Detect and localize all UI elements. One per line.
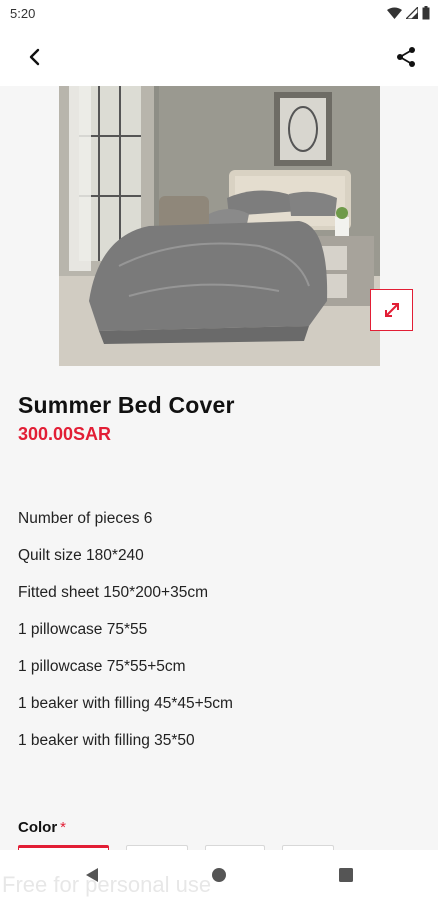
product-image[interactable] xyxy=(59,86,380,366)
triangle-back-icon xyxy=(86,868,98,882)
product-title: Summer Bed Cover xyxy=(18,392,235,418)
color-label: Color * xyxy=(18,819,66,836)
detail-line: 1 pillowcase 75*55 xyxy=(18,621,148,638)
detail-line: 1 pillowcase 75*55+5cm xyxy=(18,658,186,675)
status-time: 5:20 xyxy=(10,6,36,21)
app-bar xyxy=(0,28,438,86)
bed-cover-photo xyxy=(59,86,380,366)
square-recents-icon xyxy=(339,868,353,882)
product-details: Number of pieces 6 Quilt size 180*240 Fi… xyxy=(18,508,418,767)
battery-icon xyxy=(422,6,430,20)
detail-line: 1 beaker with filling 35*50 xyxy=(18,732,195,749)
signal-icon xyxy=(406,7,418,19)
product-price: 300.00SAR xyxy=(18,424,112,444)
home-circle-icon xyxy=(212,868,226,882)
nav-home-button[interactable] xyxy=(207,864,231,886)
status-bar: 5:20 xyxy=(0,0,438,28)
nav-recents-button[interactable] xyxy=(334,864,358,886)
detail-line: Number of pieces 6 xyxy=(18,510,153,527)
arrow-back-icon xyxy=(29,48,40,66)
detail-line: Fitted sheet 150*200+35cm xyxy=(18,584,209,601)
back-button[interactable] xyxy=(18,42,50,72)
detail-line: 1 beaker with filling 45*45+5cm xyxy=(18,695,233,712)
nav-back-button[interactable] xyxy=(80,864,104,886)
wifi-icon xyxy=(387,7,402,19)
share-icon xyxy=(397,47,415,67)
expand-icon xyxy=(384,303,399,317)
share-button[interactable] xyxy=(390,42,422,72)
color-label-text: Color xyxy=(18,819,58,836)
status-icons xyxy=(387,6,430,20)
system-nav-bar xyxy=(0,850,438,900)
required-mark: * xyxy=(60,819,67,836)
expand-image-button[interactable] xyxy=(370,289,413,331)
detail-line: Quilt size 180*240 xyxy=(18,547,144,564)
